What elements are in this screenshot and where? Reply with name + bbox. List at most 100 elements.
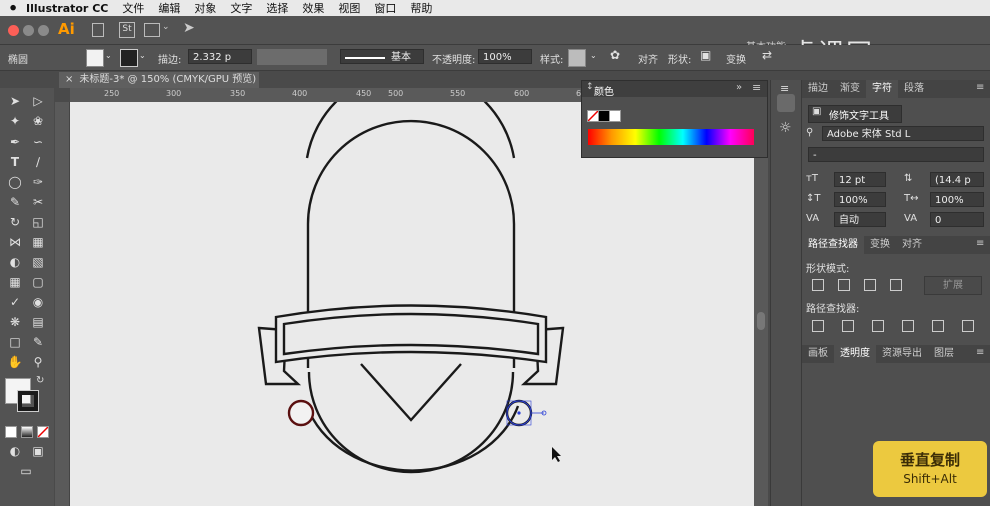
- menu-file[interactable]: 文件: [122, 0, 144, 16]
- column-graph-tool-icon[interactable]: ▤: [28, 313, 48, 331]
- tab-character[interactable]: 字符: [866, 80, 898, 98]
- menu-object[interactable]: 对象: [194, 0, 216, 16]
- mesh-tool-icon[interactable]: ▦: [5, 273, 25, 291]
- font-family-select[interactable]: Adobe 宋体 Std L: [822, 126, 984, 141]
- shape-label[interactable]: 形状:: [668, 51, 691, 66]
- scale-tool-icon[interactable]: ◱: [28, 213, 48, 231]
- search-icon[interactable]: ⚲: [806, 127, 813, 138]
- color-spectrum[interactable]: [588, 129, 754, 145]
- chevron-down-icon[interactable]: ⌄: [139, 51, 146, 60]
- none-mode-icon[interactable]: [37, 426, 49, 438]
- shape-builder-tool-icon[interactable]: ◐: [5, 253, 25, 271]
- font-size-field[interactable]: 12 pt: [834, 172, 886, 187]
- arrange-documents-icon[interactable]: [144, 23, 160, 37]
- vertical-scrollbar[interactable]: [754, 102, 768, 506]
- zoom-tool-icon[interactable]: ⚲: [28, 353, 48, 371]
- menu-window[interactable]: 窗口: [374, 0, 396, 16]
- magic-wand-tool-icon[interactable]: ✦: [5, 112, 25, 130]
- apple-icon[interactable]: ⚫: [0, 1, 26, 15]
- menu-edit[interactable]: 编辑: [158, 0, 180, 16]
- type-tool-icon[interactable]: T: [5, 153, 25, 171]
- bridge-icon[interactable]: [92, 23, 104, 37]
- tab-artboards[interactable]: 画板: [802, 345, 834, 363]
- zoom-window-button[interactable]: [38, 25, 49, 36]
- line-segment-tool-icon[interactable]: ∕: [28, 153, 48, 171]
- trim-icon[interactable]: [842, 320, 854, 332]
- panel-menu-icon[interactable]: ≡: [752, 81, 761, 94]
- slice-tool-icon[interactable]: ✎: [28, 333, 48, 351]
- gpu-performance-icon[interactable]: ➤: [183, 20, 195, 36]
- vertical-ruler[interactable]: [55, 102, 70, 506]
- align-button[interactable]: 对齐: [638, 51, 658, 66]
- swap-fill-stroke-icon[interactable]: ↻: [36, 375, 44, 386]
- tab-pathfinder[interactable]: 路径查找器: [802, 236, 864, 254]
- tab-transparency[interactable]: 透明度: [834, 345, 876, 363]
- tab-stroke[interactable]: 描边: [802, 80, 834, 98]
- scissors-tool-icon[interactable]: ✂: [28, 193, 48, 211]
- eyedropper-tool-icon[interactable]: ✓: [5, 293, 25, 311]
- leading-field[interactable]: (14.4 p: [930, 172, 984, 187]
- menu-view[interactable]: 视图: [338, 0, 360, 16]
- brush-definition-select[interactable]: 基本: [340, 49, 424, 64]
- chevron-down-icon[interactable]: ⌄: [590, 51, 597, 60]
- outline-icon[interactable]: [932, 320, 944, 332]
- intersect-icon[interactable]: [864, 279, 876, 291]
- font-style-select[interactable]: -: [808, 147, 984, 162]
- rotate-tool-icon[interactable]: ↻: [5, 213, 25, 231]
- expand-button[interactable]: 扩展: [924, 276, 982, 295]
- document-tab[interactable]: × 未标题-3* @ 150% (CMYK/GPU 预览): [59, 72, 259, 88]
- draw-mode-icon[interactable]: ◐: [5, 442, 25, 460]
- fill-swatch[interactable]: [86, 49, 104, 67]
- width-tool-icon[interactable]: ⋈: [5, 233, 25, 251]
- symbol-sprayer-tool-icon[interactable]: ❋: [5, 313, 25, 331]
- chevron-down-icon[interactable]: ⌄: [105, 51, 112, 60]
- tab-gradient[interactable]: 渐变: [834, 80, 866, 98]
- selection-tool-icon[interactable]: ➤: [5, 92, 25, 110]
- screen-mode-icon[interactable]: ▣: [28, 442, 48, 460]
- artboard-tool-icon[interactable]: □: [5, 333, 25, 351]
- tab-align[interactable]: 对齐: [896, 236, 928, 254]
- tab-layers[interactable]: 图层: [928, 345, 960, 363]
- panel-menu-icon[interactable]: ≡: [976, 82, 984, 93]
- selected-ellipse[interactable]: [505, 399, 547, 427]
- gradient-tool-icon[interactable]: ▢: [28, 273, 48, 291]
- divide-icon[interactable]: [812, 320, 824, 332]
- change-screen-mode-icon[interactable]: ▭: [16, 462, 36, 480]
- color-panel-icon[interactable]: [777, 94, 795, 112]
- close-window-button[interactable]: [8, 25, 19, 36]
- horizontal-scale-field[interactable]: 100%: [930, 192, 984, 207]
- stroke-color-box[interactable]: [17, 390, 39, 412]
- graphic-style-swatch[interactable]: [568, 49, 586, 67]
- gradient-mode-icon[interactable]: [21, 426, 33, 438]
- badge-artwork[interactable]: [70, 102, 754, 506]
- menu-effect[interactable]: 效果: [302, 0, 324, 16]
- close-tab-icon[interactable]: ×: [65, 74, 73, 85]
- merge-icon[interactable]: [872, 320, 884, 332]
- variable-width-profile[interactable]: [257, 49, 327, 65]
- hand-tool-icon[interactable]: ✋: [5, 353, 25, 371]
- kerning-field[interactable]: 自动: [834, 212, 886, 227]
- paintbrush-tool-icon[interactable]: ✑: [28, 173, 48, 191]
- ellipse-tool-icon[interactable]: ◯: [5, 173, 25, 191]
- app-name-menu[interactable]: Illustrator CC: [26, 2, 108, 15]
- panel-menu-icon[interactable]: ≡: [976, 347, 984, 358]
- shape-properties-icon[interactable]: ▣: [700, 48, 711, 62]
- lasso-tool-icon[interactable]: ❀: [28, 112, 48, 130]
- pen-tool-icon[interactable]: ✒: [5, 133, 25, 151]
- transform-options-icon[interactable]: ⇄: [762, 48, 772, 62]
- appearance-panel-icon[interactable]: ☼: [779, 120, 792, 136]
- free-transform-tool-icon[interactable]: ▦: [28, 233, 48, 251]
- chevron-down-icon[interactable]: ⌄: [162, 22, 170, 32]
- scrollbar-thumb[interactable]: [757, 312, 765, 330]
- tab-asset-export[interactable]: 资源导出: [876, 345, 928, 363]
- tab-transform[interactable]: 变换: [864, 236, 896, 254]
- menu-select[interactable]: 选择: [266, 0, 288, 16]
- recolor-artwork-icon[interactable]: ✿: [610, 48, 620, 62]
- crop-icon[interactable]: [902, 320, 914, 332]
- stock-button[interactable]: St: [119, 22, 135, 38]
- stroke-weight-field[interactable]: 2.332 p: [188, 49, 252, 64]
- minus-back-icon[interactable]: [962, 320, 974, 332]
- unite-icon[interactable]: [812, 279, 824, 291]
- panel-menu-icon[interactable]: ≡: [976, 238, 984, 249]
- panel-collapse-icon[interactable]: ↕: [586, 82, 594, 92]
